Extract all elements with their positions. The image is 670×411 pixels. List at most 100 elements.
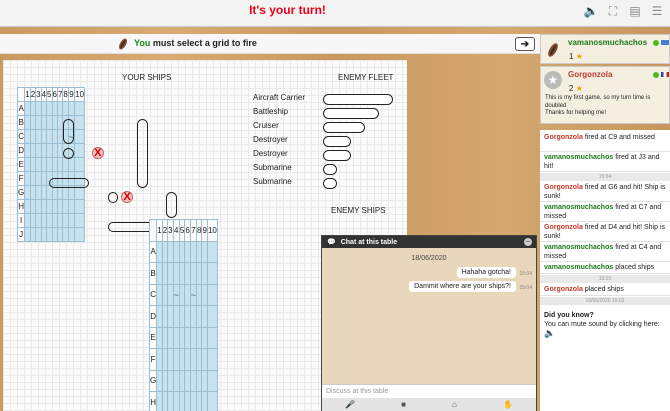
log-divider — [540, 221, 670, 222]
log-player-name: Gorgonzola — [544, 286, 583, 293]
row-header: B — [148, 262, 158, 285]
log-divider — [540, 171, 670, 172]
table-icon[interactable]: ⌂ — [452, 400, 457, 409]
top-icons: 🔈 ⛶ ▤ ☰ — [584, 4, 664, 19]
chat-input[interactable]: Discuss at this table — [322, 384, 536, 398]
video-icon[interactable]: ■ — [401, 400, 406, 409]
players-panel: vamanosmuchachos 1 ★ ★ Gorgonzola 2 ★ Th… — [540, 30, 670, 411]
log-separator: 15:03 — [540, 275, 670, 283]
fleet-ship-bar — [323, 108, 379, 119]
fleet-ship-bar — [323, 164, 337, 175]
enemy-grid-cell[interactable] — [206, 391, 218, 411]
fullscreen-icon[interactable]: ⛶ — [606, 4, 620, 18]
tip-box: Did you know? You can mute sound by click… — [544, 311, 668, 338]
player-card[interactable]: vamanosmuchachos 1 ★ — [540, 34, 670, 64]
fleet-ship-bar — [323, 150, 351, 161]
sound-icon[interactable]: 🔈 — [584, 4, 599, 18]
chat-message-time: 15:04 — [519, 271, 532, 277]
fleet-ship-name: Aircraft Carrier — [253, 93, 306, 102]
chat-message: Dammit where are your ships?! — [409, 281, 516, 292]
miss-marker: ~ — [173, 289, 179, 300]
fleet-ship-name: Submarine — [253, 177, 292, 186]
log-entry: Gorgonzola fired at D4 and hit! Ship is … — [544, 223, 668, 241]
game-log: Gorgonzola fired at C9 and missed vamanos… — [540, 130, 670, 411]
log-text: fired at C9 and missed — [584, 134, 655, 141]
log-entry: Gorgonzola fired at C9 and missed — [544, 133, 668, 142]
hit-marker: X — [91, 147, 104, 160]
row-header: C — [148, 283, 158, 306]
instruction-text: must select a grid to fire — [152, 38, 257, 48]
flag-icon — [661, 40, 669, 45]
fleet-ship-name: Destroyer — [253, 149, 288, 158]
fleet-ship-name: Destroyer — [253, 135, 288, 144]
log-text: placed ships — [584, 286, 624, 293]
chat-minimize-icon[interactable]: – — [524, 238, 532, 246]
chat-title: Chat at this table — [340, 238, 398, 246]
player-name: Gorgonzola — [568, 70, 613, 79]
row-header: E — [16, 157, 26, 172]
ship — [107, 192, 119, 203]
log-divider — [540, 273, 670, 274]
row-header: A — [16, 101, 26, 116]
chat-message-time: 15:04 — [519, 285, 532, 291]
star-icon: ★ — [575, 52, 583, 61]
fleet-ship-name: Submarine — [253, 163, 292, 172]
enemy-grid-cell[interactable] — [206, 326, 218, 349]
log-player-name: vamanosmuchachos — [544, 204, 614, 211]
enemy-grid-cell[interactable] — [206, 305, 218, 328]
log-entry: vamanosmuchachos fired at C4 and missed — [544, 243, 668, 261]
column-header: 10 — [206, 219, 218, 242]
enemy-grid-cell[interactable] — [206, 348, 218, 371]
tip-title: Did you know? — [544, 312, 594, 319]
chat-date: 18/06/2020 — [411, 255, 447, 262]
log-player-name: vamanosmuchachos — [544, 244, 614, 251]
log-divider — [540, 151, 670, 152]
fleet-ship-name: Cruiser — [253, 121, 279, 130]
miss-marker: ~ — [190, 289, 197, 300]
tip-text: You can mute sound by clicking here: — [544, 321, 660, 328]
enemy-grid-cell[interactable] — [206, 283, 218, 306]
row-header: J — [16, 227, 26, 242]
chat-toolbar: 🎤 ■ ⌂ ✋ — [322, 398, 536, 411]
hand-icon[interactable]: ✋ — [503, 400, 513, 409]
player-card[interactable]: ★ Gorgonzola 2 ★ This is my first game, … — [540, 66, 670, 124]
log-divider — [540, 201, 670, 202]
log-player-name: vamanosmuchachos — [544, 154, 614, 161]
rules-icon[interactable]: ▤ — [628, 4, 642, 18]
online-status-icon — [653, 40, 659, 46]
row-header: I — [16, 213, 26, 228]
row-header: G — [148, 369, 158, 392]
column-header: 10 — [74, 87, 86, 102]
enemy-grid-cell[interactable] — [206, 369, 218, 392]
chat-window: 💬 Chat at this table – 18/06/2020 Hahaha… — [321, 235, 537, 411]
log-entry: Gorgonzola placed ships — [544, 285, 668, 294]
chat-bubble-icon: 💬 — [327, 239, 336, 246]
enemy-grid-cell[interactable] — [206, 262, 218, 285]
log-divider — [540, 261, 670, 262]
top-bar: It's your turn! 🔈 ⛶ ▤ ☰ — [0, 0, 670, 27]
own-grid-table: 1 2 3 4 5 6 7 8 9 10 A B C ~ D E F G H I J — [16, 87, 86, 242]
grid-corner — [148, 219, 158, 242]
microphone-icon[interactable]: 🎤 — [345, 400, 355, 409]
row-header: C — [16, 129, 26, 144]
enemy-fleet-label: ENEMY FLEET — [338, 73, 394, 82]
log-entry: vamanosmuchachos fired at J3 and hit! — [544, 153, 668, 171]
row-header: D — [148, 305, 158, 328]
player-score: 1 ★ — [569, 52, 583, 61]
own-grid-cell — [74, 199, 86, 214]
next-button[interactable]: ➔ — [515, 37, 535, 51]
mute-sound-icon[interactable]: 🔈 — [544, 329, 668, 338]
player-name: vamanosmuchachos — [568, 38, 648, 47]
star-icon: ★ — [575, 84, 583, 93]
menu-icon[interactable]: ☰ — [650, 4, 664, 18]
fleet-ship-bar — [323, 178, 337, 189]
player-avatar-icon — [544, 41, 562, 59]
row-header: G — [16, 185, 26, 200]
row-header: F — [16, 171, 26, 186]
fleet-ship-name: Battleship — [253, 107, 289, 116]
enemy-grid-cell[interactable] — [206, 240, 218, 263]
fleet-ship-bar — [323, 94, 393, 105]
turn-title: It's your turn! — [249, 3, 326, 17]
action-bar: You must select a grid to fire ➔ — [0, 34, 540, 54]
ship — [63, 118, 75, 145]
